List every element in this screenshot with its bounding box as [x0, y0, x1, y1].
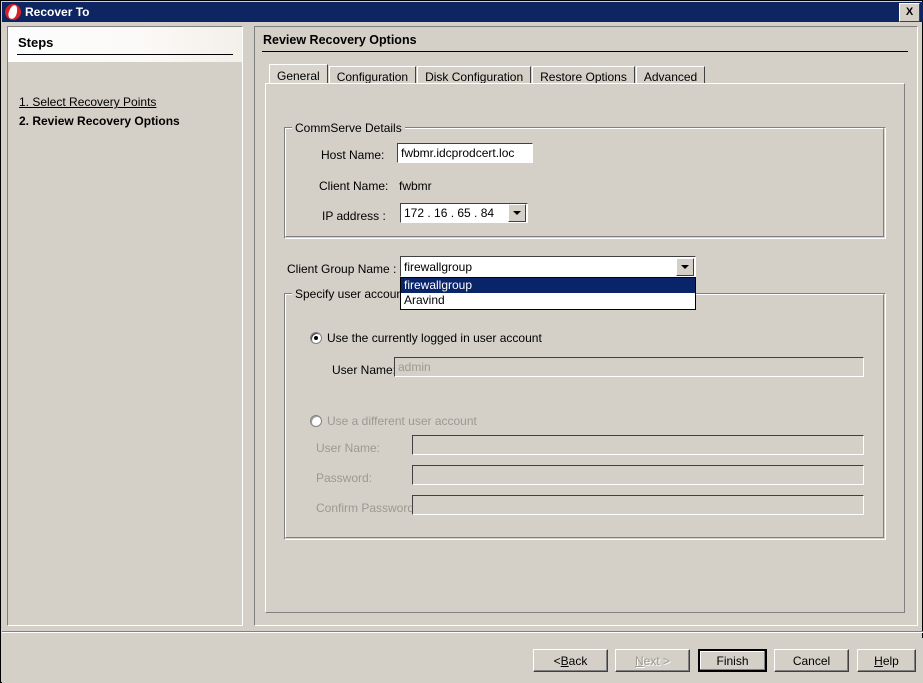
client-group-name-label: Client Group Name : — [287, 262, 397, 276]
help-button-accel: H — [874, 653, 883, 668]
radio-use-current-user[interactable]: Use the currently logged in user account — [310, 331, 542, 345]
host-name-input[interactable]: fwbmr.idcprodcert.loc — [397, 143, 533, 163]
title-bar: Recover To X — [2, 2, 923, 22]
next-button-accel: N — [634, 653, 644, 668]
client-name-label: Client Name: — [319, 179, 389, 193]
dropdown-option-firewallgroup[interactable]: firewallgroup — [401, 278, 695, 293]
back-button-label-pre: < — [553, 653, 561, 668]
chevron-down-icon[interactable] — [508, 204, 526, 222]
ip-address-label: IP address : — [322, 209, 386, 223]
dropdown-option-aravind[interactable]: Aravind — [401, 293, 695, 308]
password-input[interactable] — [412, 465, 864, 485]
steps-divider — [17, 54, 233, 55]
ip-address-value: 172 . 16 . 65 . 84 — [404, 206, 495, 220]
back-button[interactable]: < Back — [533, 649, 608, 672]
sidebar-item-review-recovery-options[interactable]: 2. Review Recovery Options — [19, 114, 180, 128]
client-name-value: fwbmr — [399, 179, 432, 193]
different-user-name-input[interactable] — [412, 435, 864, 455]
commserve-details-group: CommServe Details Host Name: fwbmr.idcpr… — [284, 121, 886, 239]
help-button[interactable]: Help — [857, 649, 916, 672]
back-button-accel: B — [560, 653, 569, 668]
recover-to-dialog: Recover To X Steps 1. Select Recovery Po… — [0, 0, 923, 683]
tab-strip: General Configuration Disk Configuration… — [269, 64, 706, 85]
next-button-label-post: ext > — [643, 653, 671, 668]
finish-button[interactable]: Finish — [698, 649, 767, 672]
cancel-button[interactable]: Cancel — [774, 649, 849, 672]
tab-panel-general: CommServe Details Host Name: fwbmr.idcpr… — [265, 83, 905, 613]
chevron-down-icon[interactable] — [676, 257, 694, 276]
help-button-label-post: elp — [882, 653, 899, 668]
button-bar-divider — [2, 632, 923, 633]
back-button-label-post: ack — [568, 653, 588, 668]
client-group-name-value: firewallgroup — [404, 259, 473, 274]
specify-user-account-label: Specify user account — [292, 287, 410, 301]
page-title-divider — [262, 51, 908, 52]
host-name-label: Host Name: — [321, 148, 385, 162]
commserve-details-label: CommServe Details — [292, 121, 405, 135]
confirm-password-label: Confirm Password: — [316, 501, 418, 515]
radio-use-different-user[interactable]: Use a different user account — [310, 414, 477, 428]
steps-panel: Steps 1. Select Recovery Points 2. Revie… — [7, 26, 243, 626]
title-bar-buttons: X — [899, 2, 923, 22]
radio-use-current-user-label: Use the currently logged in user account — [327, 331, 542, 345]
client-group-name-combobox[interactable]: firewallgroup — [400, 256, 696, 277]
commvault-logo-icon — [5, 4, 21, 20]
page-title: Review Recovery Options — [263, 33, 417, 47]
password-label: Password: — [316, 471, 373, 485]
current-user-name-input: admin — [394, 357, 864, 377]
dialog-button-bar: < Back Next > Finish Cancel Help — [2, 631, 923, 683]
ip-address-combobox[interactable]: 172 . 16 . 65 . 84 — [400, 203, 528, 223]
next-button: Next > — [615, 649, 690, 672]
client-group-name-dropdown-list[interactable]: firewallgroup Aravind — [400, 277, 696, 310]
content-panel: Review Recovery Options General Configur… — [254, 26, 918, 626]
radio-use-different-user-label: Use a different user account — [327, 414, 477, 428]
specify-user-account-group: Specify user account Use the currently l… — [284, 287, 886, 540]
radio-dot-icon — [310, 332, 322, 344]
current-user-name-label: User Name: — [332, 363, 397, 377]
cancel-button-label: Cancel — [792, 653, 831, 668]
tab-general[interactable]: General — [269, 64, 328, 85]
radio-dot-icon — [310, 415, 322, 427]
window-title: Recover To — [25, 5, 90, 19]
confirm-password-input[interactable] — [412, 495, 864, 515]
different-user-name-label: User Name: — [316, 441, 381, 455]
steps-heading: Steps — [18, 35, 54, 50]
close-icon[interactable]: X — [899, 2, 920, 22]
sidebar-item-select-recovery-points[interactable]: 1. Select Recovery Points — [19, 95, 156, 109]
